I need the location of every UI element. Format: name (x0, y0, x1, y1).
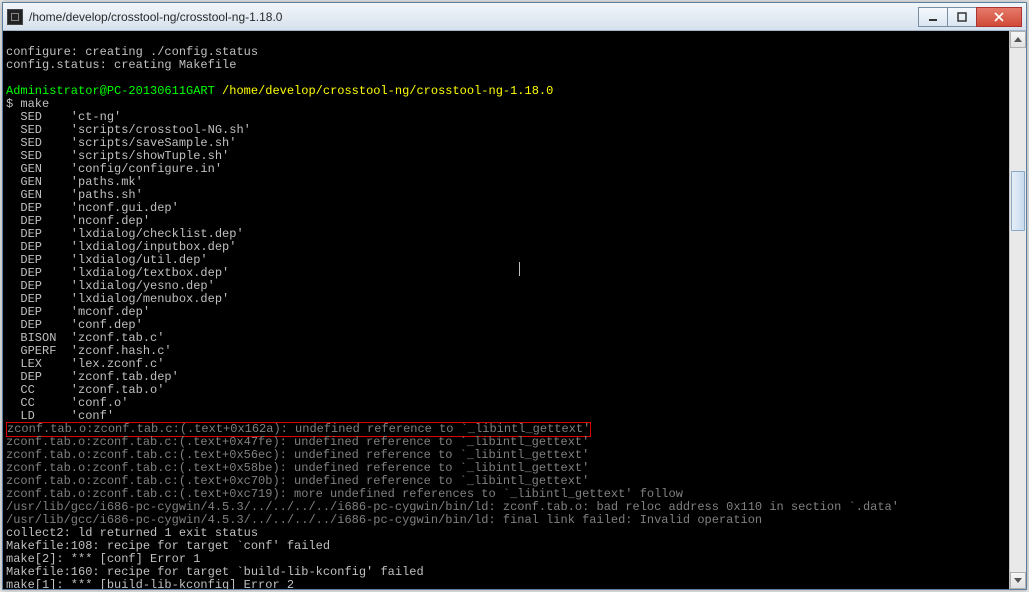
prompt-user-host: Administrator@PC-20130611GART (6, 84, 215, 98)
output-line: SED 'ct-ng' (6, 110, 121, 124)
output-line: GEN 'paths.sh' (6, 188, 143, 202)
output-line: CC 'conf.o' (6, 396, 128, 410)
terminal-body[interactable]: configure: creating ./config.status conf… (3, 31, 1009, 589)
vertical-scrollbar[interactable] (1009, 31, 1026, 589)
output-line: BISON 'zconf.tab.c' (6, 331, 164, 345)
terminal-body-wrap: configure: creating ./config.status conf… (3, 31, 1026, 589)
prompt-line: Administrator@PC-20130611GART /home/deve… (6, 84, 553, 98)
output-line: GEN 'paths.mk' (6, 175, 143, 189)
window-buttons (919, 7, 1022, 27)
scroll-down-button[interactable] (1010, 572, 1026, 589)
output-line: DEP 'lxdialog/checklist.dep' (6, 227, 244, 241)
output-line: DEP 'lxdialog/yesno.dep' (6, 279, 215, 293)
error-line: zconf.tab.o:zconf.tab.c:(.text+0x47fe): … (6, 435, 589, 449)
output-line: DEP 'lxdialog/textbox.dep' (6, 266, 229, 280)
titlebar[interactable]: /home/develop/crosstool-ng/crosstool-ng-… (3, 3, 1026, 31)
close-icon (994, 12, 1004, 22)
error-line: zconf.tab.o:zconf.tab.c:(.text+0x58be): … (6, 461, 589, 475)
output-line: SED 'scripts/saveSample.sh' (6, 136, 236, 150)
error-line: Makefile:108: recipe for target `conf' f… (6, 539, 330, 553)
prompt-cwd: /home/develop/crosstool-ng/crosstool-ng-… (222, 84, 553, 98)
error-line: zconf.tab.o:zconf.tab.c:(.text+0xc719): … (6, 487, 683, 501)
error-line: make[1]: *** [build-lib-kconfig] Error 2 (6, 578, 294, 589)
error-line: zconf.tab.o:zconf.tab.c:(.text+0x56ec): … (6, 448, 589, 462)
output-line: DEP 'conf.dep' (6, 318, 143, 332)
output-line: GPERF 'zconf.hash.c' (6, 344, 172, 358)
scrollbar-thumb[interactable] (1011, 171, 1025, 231)
output-line: SED 'scripts/crosstool-NG.sh' (6, 123, 251, 137)
output-line: DEP 'lxdialog/util.dep' (6, 253, 208, 267)
error-line: zconf.tab.o:zconf.tab.c:(.text+0xc70b): … (6, 474, 589, 488)
maximize-button[interactable] (947, 7, 977, 27)
minimize-button[interactable] (918, 7, 948, 27)
app-icon (7, 9, 23, 25)
close-button[interactable] (976, 7, 1022, 27)
output-line: config.status: creating Makefile (6, 58, 236, 72)
output-line: DEP 'mconf.dep' (6, 305, 150, 319)
terminal-window: /home/develop/crosstool-ng/crosstool-ng-… (2, 2, 1027, 590)
output-line: DEP 'zconf.tab.dep' (6, 370, 179, 384)
error-line: collect2: ld returned 1 exit status (6, 526, 258, 540)
window-title: /home/develop/crosstool-ng/crosstool-ng-… (29, 10, 919, 24)
chevron-up-icon (1014, 37, 1022, 42)
output-line: DEP 'lxdialog/menubox.dep' (6, 292, 229, 306)
text-cursor-icon (519, 262, 520, 276)
error-line: Makefile:160: recipe for target `build-l… (6, 565, 424, 579)
minimize-icon (928, 12, 938, 22)
error-line: /usr/lib/gcc/i686-pc-cygwin/4.5.3/../../… (6, 500, 899, 514)
output-line: SED 'scripts/showTuple.sh' (6, 149, 229, 163)
command-line: $ make (6, 97, 49, 111)
chevron-down-icon (1014, 578, 1022, 583)
output-line: GEN 'config/configure.in' (6, 162, 222, 176)
scroll-up-button[interactable] (1010, 31, 1026, 48)
output-line: LD 'conf' (6, 409, 114, 423)
error-line: make[2]: *** [conf] Error 1 (6, 552, 200, 566)
output-line: CC 'zconf.tab.o' (6, 383, 164, 397)
maximize-icon (957, 12, 967, 22)
error-line: /usr/lib/gcc/i686-pc-cygwin/4.5.3/../../… (6, 513, 762, 527)
output-line: DEP 'nconf.dep' (6, 214, 150, 228)
output-line: DEP 'nconf.gui.dep' (6, 201, 179, 215)
output-line: DEP 'lxdialog/inputbox.dep' (6, 240, 236, 254)
output-line: configure: creating ./config.status (6, 45, 258, 59)
output-line: LEX 'lex.zconf.c' (6, 357, 164, 371)
